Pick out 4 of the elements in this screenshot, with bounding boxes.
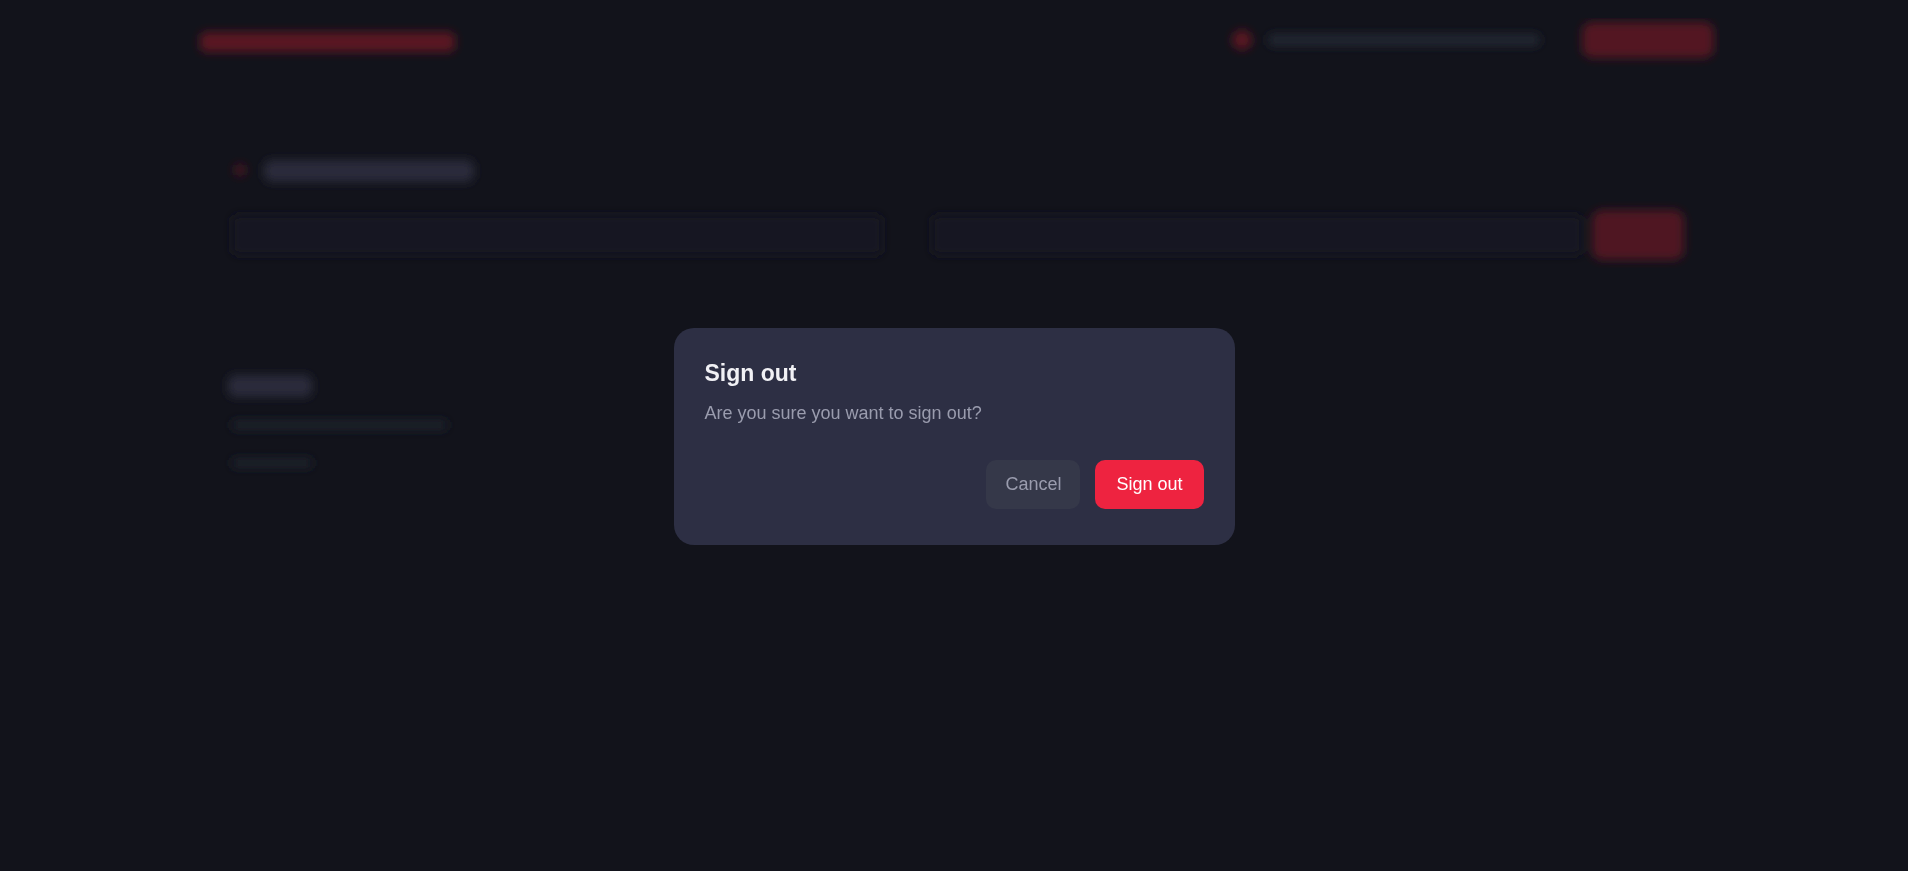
cancel-button[interactable]: Cancel (986, 460, 1081, 509)
dialog-message: Are you sure you want to sign out? (704, 402, 983, 425)
dialog-title: Sign out (704, 359, 798, 388)
sign-out-button[interactable]: Sign out (1095, 460, 1204, 509)
